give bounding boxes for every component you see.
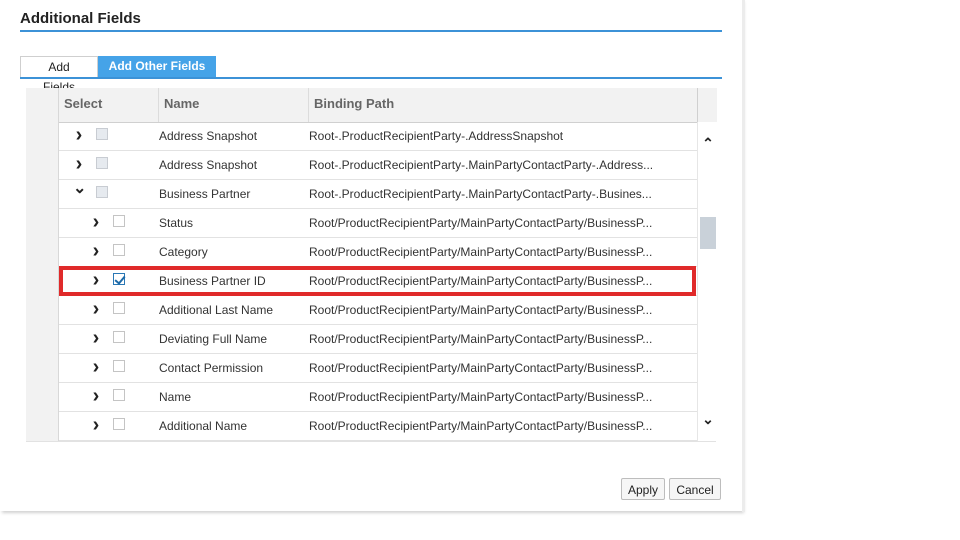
row-checkbox[interactable]: [113, 360, 125, 372]
row-name: Business Partner: [159, 187, 251, 201]
dialog-title: Additional Fields: [20, 10, 141, 27]
row-checkbox[interactable]: [113, 273, 125, 285]
row-checkbox: [96, 128, 108, 140]
table-row[interactable]: › Address Snapshot Root-.ProductRecipientP…: [59, 122, 697, 151]
table-row[interactable]: › Contact Permission Root/ProductRecipient…: [59, 354, 697, 383]
row-binding-path: Root-.ProductRecipientParty-.MainPartyCo…: [309, 158, 654, 172]
row-name: Additional Last Name: [159, 303, 274, 317]
row-binding-path: Root/ProductRecipientParty/MainPartyCont…: [309, 303, 653, 317]
table-header: Select Name Binding Path: [59, 88, 697, 123]
table-row[interactable]: › Address Snapshot Root-.ProductRecipientP…: [59, 151, 697, 180]
column-header-name[interactable]: Name: [159, 88, 309, 122]
row-checkbox[interactable]: [113, 331, 125, 343]
tab-divider: [20, 77, 722, 79]
row-binding-path: Root-.ProductRecipientParty-.MainPartyCo…: [309, 187, 652, 201]
row-selector-gutter: [26, 88, 59, 442]
table-body: › Address Snapshot Root-.ProductRecipientP…: [59, 122, 697, 441]
row-name: Status: [159, 216, 194, 230]
table-row[interactable]: › Name Root/ProductRecipientParty/MainPart…: [59, 383, 697, 412]
row-binding-path: Root/ProductRecipientParty/MainPartyCont…: [309, 216, 653, 230]
row-name: Business Partner ID: [159, 274, 266, 288]
apply-button[interactable]: Apply: [621, 478, 665, 500]
chevron-right-icon[interactable]: ›: [90, 270, 102, 290]
row-name: Address Snapshot: [159, 158, 258, 172]
tab-add-fields[interactable]: Add Fields: [20, 56, 98, 94]
row-name: Name: [159, 390, 192, 404]
chevron-right-icon[interactable]: ›: [90, 241, 102, 261]
row-name: Additional Name: [159, 419, 248, 433]
row-checkbox[interactable]: [113, 389, 125, 401]
row-binding-path: Root/ProductRecipientParty/MainPartyCont…: [309, 245, 653, 259]
row-checkbox[interactable]: [113, 244, 125, 256]
table-row[interactable]: › Status Root/ProductRecipientParty/MainPa…: [59, 209, 697, 238]
row-name: Contact Permission: [159, 361, 264, 375]
chevron-right-icon[interactable]: ›: [73, 154, 85, 174]
table-row[interactable]: › Business Partner ID Root/ProductRecipien…: [59, 267, 697, 296]
table-row[interactable]: ⌄ Business Partner Root-.ProductRecipientP…: [59, 180, 697, 209]
row-binding-path: Root/ProductRecipientParty/MainPartyCont…: [309, 361, 653, 375]
row-checkbox[interactable]: [113, 215, 125, 227]
scrollbar-thumb[interactable]: [700, 217, 716, 249]
row-checkbox: [96, 157, 108, 169]
table-row[interactable]: › Deviating Full Name Root/ProductRecipien…: [59, 325, 697, 354]
row-name: Deviating Full Name: [159, 332, 268, 346]
row-checkbox[interactable]: [113, 302, 125, 314]
chevron-right-icon[interactable]: ›: [90, 415, 102, 435]
table-row[interactable]: › Category Root/ProductRecipientParty/Main…: [59, 238, 697, 267]
cancel-button[interactable]: Cancel: [669, 478, 721, 500]
column-header-binding-path[interactable]: Binding Path: [309, 88, 697, 122]
additional-fields-dialog: Additional Fields Add Fields Add Other F…: [0, 0, 742, 511]
row-name: Category: [159, 245, 208, 259]
header-corner: [697, 88, 717, 123]
chevron-right-icon[interactable]: ›: [90, 386, 102, 406]
fields-table: Select Name Binding Path › Address Snapsh…: [26, 88, 717, 442]
row-name: Address Snapshot: [159, 129, 258, 143]
row-binding-path: Root/ProductRecipientParty/MainPartyCont…: [309, 419, 653, 433]
row-checkbox[interactable]: [113, 418, 125, 430]
chevron-right-icon[interactable]: ›: [90, 357, 102, 377]
chevron-right-icon[interactable]: ›: [90, 299, 102, 319]
row-binding-path: Root/ProductRecipientParty/MainPartyCont…: [309, 390, 653, 404]
dialog-shadow: [742, 0, 745, 512]
table-row[interactable]: › Additional Last Name Root/ProductRecipie…: [59, 296, 697, 325]
chevron-right-icon[interactable]: ›: [90, 328, 102, 348]
table-row[interactable]: › Additional Name Root/ProductRecipientPar…: [59, 412, 697, 441]
chevron-up-icon[interactable]: ⌃: [701, 136, 715, 150]
tab-add-other-fields[interactable]: Add Other Fields: [98, 56, 216, 77]
chevron-right-icon[interactable]: ›: [73, 125, 85, 145]
row-checkbox: [96, 186, 108, 198]
row-binding-path: Root-.ProductRecipientParty-.AddressSnap…: [309, 129, 564, 143]
column-header-select[interactable]: Select: [59, 88, 159, 122]
table-bottom-border: [26, 441, 716, 442]
chevron-right-icon[interactable]: ›: [90, 212, 102, 232]
title-divider: [20, 30, 722, 32]
row-binding-path: Root/ProductRecipientParty/MainPartyCont…: [309, 332, 653, 346]
vertical-scrollbar[interactable]: ⌃ ⌄: [697, 122, 717, 442]
chevron-down-icon[interactable]: ⌄: [701, 412, 715, 426]
chevron-down-icon[interactable]: ⌄: [73, 181, 86, 197]
row-binding-path: Root/ProductRecipientParty/MainPartyCont…: [309, 274, 653, 288]
